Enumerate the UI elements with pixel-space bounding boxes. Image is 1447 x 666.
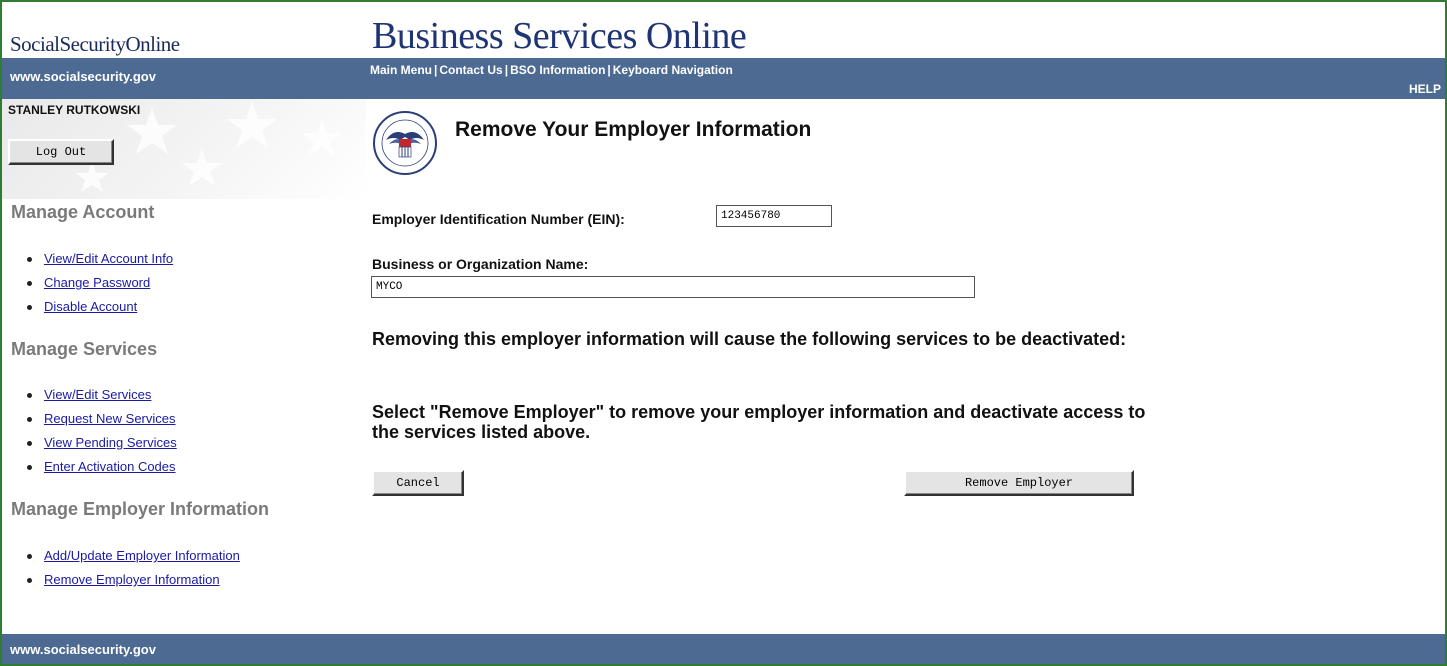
link-enter-activation-codes[interactable]: Enter Activation Codes <box>44 459 176 474</box>
list-item: View Pending Services <box>24 433 177 457</box>
bullet-icon <box>27 393 32 398</box>
account-links: View/Edit Account Info Change Password D… <box>24 249 173 321</box>
remove-instructions: Select "Remove Employer" to remove your … <box>372 402 1146 442</box>
link-disable-account[interactable]: Disable Account <box>44 299 137 314</box>
ssa-online-brand[interactable]: SocialSecurityOnline <box>10 32 180 57</box>
list-item: Disable Account <box>24 297 173 321</box>
username: STANLEY RUTKOWSKI <box>8 103 141 117</box>
bullet-icon <box>27 578 32 583</box>
bullet-icon <box>27 441 32 446</box>
list-item: View/Edit Account Info <box>24 249 173 273</box>
ein-field[interactable] <box>716 205 832 227</box>
cancel-button[interactable]: Cancel <box>372 470 464 496</box>
link-view-edit-account[interactable]: View/Edit Account Info <box>44 251 173 266</box>
nav-separator: | <box>607 63 611 77</box>
list-item: Change Password <box>24 273 173 297</box>
header-url[interactable]: www.socialsecurity.gov <box>10 69 156 84</box>
link-view-pending-services[interactable]: View Pending Services <box>44 435 177 450</box>
ssa-seal-icon <box>373 111 437 175</box>
bullet-icon <box>27 465 32 470</box>
heading-manage-employer: Manage Employer Information <box>11 499 270 519</box>
link-remove-employer[interactable]: Remove Employer Information <box>44 572 220 587</box>
logout-button[interactable]: Log Out <box>8 139 114 165</box>
services-links: View/Edit Services Request New Services … <box>24 385 177 481</box>
deactivation-message: Removing this employer information will … <box>372 329 1127 349</box>
remove-employer-button[interactable]: Remove Employer <box>904 470 1134 496</box>
footer-bar: www.socialsecurity.gov <box>2 634 1445 664</box>
bullet-icon <box>27 554 32 559</box>
list-item: Add/Update Employer Information <box>24 546 240 570</box>
footer-url[interactable]: www.socialsecurity.gov <box>10 642 156 657</box>
site-title: Business Services Online <box>372 15 747 57</box>
bullet-icon <box>27 281 32 286</box>
bullet-icon <box>27 417 32 422</box>
link-view-edit-services[interactable]: View/Edit Services <box>44 387 151 402</box>
nav-bso-information[interactable]: BSO Information <box>510 63 605 77</box>
top-nav: Main Menu | Contact Us | BSO Information | Key… <box>370 63 733 77</box>
bullet-icon <box>27 257 32 262</box>
business-name-field[interactable] <box>371 276 975 298</box>
heading-manage-services: Manage Services <box>11 339 158 359</box>
user-panel: STANLEY RUTKOWSKI Log Out <box>2 99 366 199</box>
help-link[interactable]: HELP <box>1409 82 1441 96</box>
list-item: Remove Employer Information <box>24 570 240 594</box>
link-add-update-employer[interactable]: Add/Update Employer Information <box>44 548 240 563</box>
link-request-new-services[interactable]: Request New Services <box>44 411 176 426</box>
bullet-icon <box>27 305 32 310</box>
business-name-label: Business or Organization Name: <box>372 256 589 272</box>
nav-separator: | <box>504 63 509 77</box>
heading-manage-account: Manage Account <box>11 202 155 222</box>
list-item: View/Edit Services <box>24 385 177 409</box>
ein-label: Employer Identification Number (EIN): <box>372 211 625 227</box>
list-item: Request New Services <box>24 409 177 433</box>
list-item: Enter Activation Codes <box>24 457 177 481</box>
page-frame: SocialSecurityOnline Business Services O… <box>0 0 1447 666</box>
nav-main-menu[interactable]: Main Menu <box>370 63 432 77</box>
header-bar: www.socialsecurity.gov Main Menu | Contact… <box>2 58 1445 99</box>
nav-contact-us[interactable]: Contact Us <box>439 63 502 77</box>
nav-keyboard-navigation[interactable]: Keyboard Navigation <box>613 63 733 77</box>
link-change-password[interactable]: Change Password <box>44 275 150 290</box>
employer-links: Add/Update Employer Information Remove E… <box>24 546 240 594</box>
page-title: Remove Your Employer Information <box>455 118 812 141</box>
